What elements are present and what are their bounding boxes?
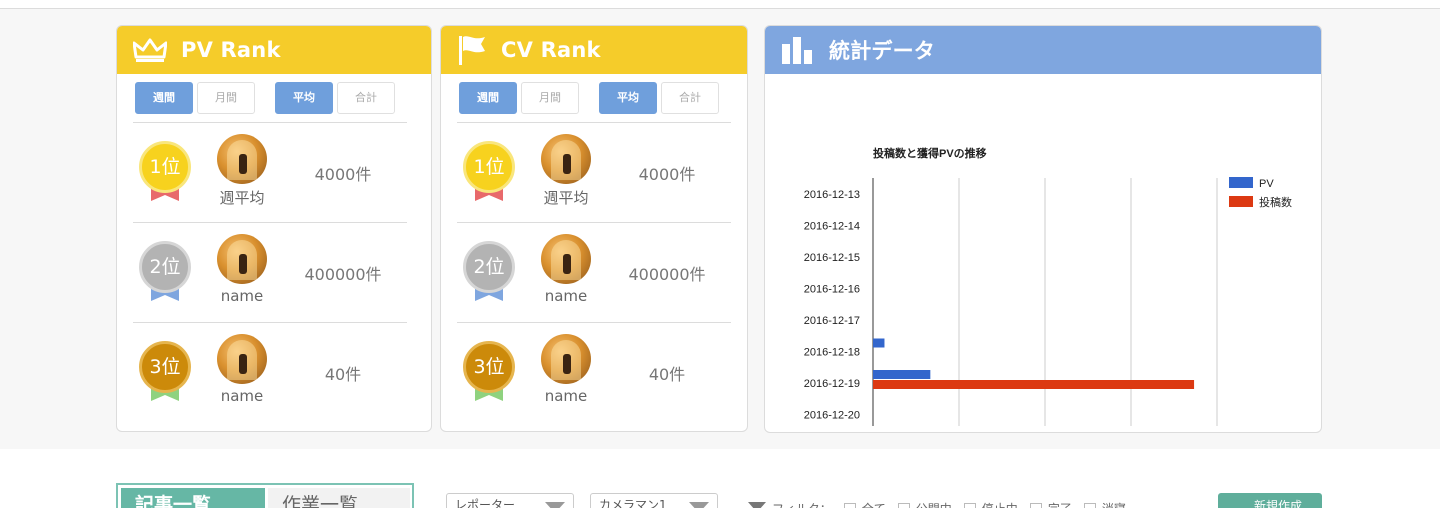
bronze-medal-icon: 3位	[461, 341, 517, 409]
rank-label: 2位	[139, 241, 191, 293]
stats-title: 統計データ	[829, 39, 935, 63]
cv-rank-row-1[interactable]: 1位 週平均 4000件	[457, 122, 731, 222]
tab-tasks[interactable]: 作業一覧	[268, 488, 410, 508]
avatar	[217, 134, 267, 184]
cv-filter-monthly[interactable]: 月間	[521, 82, 579, 114]
y-tick-label: 2016-12-16	[804, 283, 860, 295]
y-tick-label: 2016-12-14	[804, 220, 860, 232]
silver-medal-icon: 2位	[137, 241, 193, 309]
y-tick-label: 2016-12-20	[804, 409, 860, 421]
pv-rank-row-3[interactable]: 3位 name 40件	[133, 322, 407, 422]
avatar	[541, 334, 591, 384]
bar-posts	[873, 380, 1195, 389]
crown-icon	[133, 38, 167, 62]
chart-title: 投稿数と獲得PVの推移	[873, 146, 987, 160]
cv-count: 4000件	[638, 165, 696, 184]
silver-medal-icon: 2位	[461, 241, 517, 309]
cv-rank-header: CV Rank	[441, 26, 747, 74]
tab-articles[interactable]: 記事一覧	[121, 488, 265, 508]
rank-label: 1位	[463, 141, 515, 193]
status-filter: フィルタ： 全て 公開中 停止中 完了 消寝	[748, 500, 1126, 508]
gold-medal-icon: 1位	[137, 141, 193, 209]
pv-filter-total[interactable]: 合計	[337, 82, 395, 114]
camera-select[interactable]: カメラマン1	[590, 493, 718, 508]
pv-rank-header: PV Rank	[117, 26, 431, 74]
pv-rank-row-2[interactable]: 2位 name 400000件	[133, 222, 407, 322]
flag-icon	[459, 36, 485, 65]
filter-option-stopped: 停止中	[982, 500, 1018, 508]
cv-rank-title: CV Rank	[501, 38, 601, 62]
user-name: name	[544, 287, 588, 305]
reporter-select[interactable]: レポーター	[446, 493, 574, 508]
pv-rank-row-1[interactable]: 1位 週平均 4000件	[133, 122, 407, 222]
user-name: 週平均	[543, 189, 589, 207]
pv-rank-card: PV Rank 週間 月間 平均 合計 1位 週平均 4000件 2位 name…	[116, 25, 432, 432]
user-name: name	[220, 287, 264, 305]
user-name: name	[544, 387, 588, 405]
pv-filter-monthly[interactable]: 月間	[197, 82, 255, 114]
rank-label: 2位	[463, 241, 515, 293]
list-tabs: 記事一覧 作業一覧	[116, 483, 414, 508]
pv-count: 4000件	[314, 165, 372, 184]
user-name: 週平均	[219, 189, 265, 207]
y-tick-label: 2016-12-15	[804, 252, 860, 264]
cv-rank-filters: 週間 月間 平均 合計	[459, 82, 719, 114]
y-tick-label: 2016-12-13	[804, 189, 860, 201]
filter-checkbox-published[interactable]	[897, 502, 910, 508]
cv-rank-card: CV Rank 週間 月間 平均 合計 1位 週平均 4000件 2位 name…	[440, 25, 748, 432]
legend-swatch	[1229, 196, 1253, 207]
pv-count: 400000件	[304, 265, 382, 284]
cv-count: 400000件	[628, 265, 706, 284]
filter-option-published: 公開中	[916, 500, 952, 508]
bronze-medal-icon: 3位	[137, 341, 193, 409]
avatar	[217, 234, 267, 284]
avatar	[541, 134, 591, 184]
rank-label: 3位	[463, 341, 515, 393]
new-article-button[interactable]: 新規作成	[1218, 493, 1322, 508]
legend-swatch	[1229, 177, 1253, 188]
rank-label: 1位	[139, 141, 191, 193]
bar-pv	[873, 338, 885, 348]
user-name: name	[220, 387, 264, 405]
cv-filter-total[interactable]: 合計	[661, 82, 719, 114]
cv-filter-average[interactable]: 平均	[599, 82, 657, 114]
cv-rank-row-3[interactable]: 3位 name 40件	[457, 322, 731, 422]
chevron-down-icon	[689, 502, 709, 508]
reporter-select-value: レポーター	[455, 498, 516, 508]
cv-rank-row-2[interactable]: 2位 name 400000件	[457, 222, 731, 322]
legend-label: PV	[1259, 178, 1274, 190]
y-tick-label: 2016-12-17	[804, 315, 860, 327]
legend-label: 投稿数	[1259, 195, 1292, 209]
stats-card: 統計データ 投稿数と獲得PVの推移0.07.515.022.530.02016-…	[764, 25, 1322, 433]
new-article-label: 新規作成	[1254, 499, 1303, 508]
rank-label: 3位	[139, 341, 191, 393]
filter-checkbox-other[interactable]	[1083, 502, 1096, 508]
filter-option-all: 全て	[862, 500, 886, 508]
stats-header: 統計データ	[765, 26, 1321, 74]
filter-checkbox-all[interactable]	[843, 502, 856, 508]
filter-checkbox-stopped[interactable]	[963, 502, 976, 508]
pv-rank-title: PV Rank	[181, 38, 281, 62]
cv-filter-weekly[interactable]: 週間	[459, 82, 517, 114]
filter-option-done: 完了	[1048, 500, 1072, 508]
pv-filter-average[interactable]: 平均	[275, 82, 333, 114]
bar-chart-icon	[782, 37, 812, 64]
camera-select-value: カメラマン1	[599, 498, 667, 508]
gold-medal-icon: 1位	[461, 141, 517, 209]
bar-pv	[873, 370, 931, 379]
filter-option-other: 消寝	[1102, 500, 1126, 508]
pv-post-chart: 投稿数と獲得PVの推移0.07.515.022.530.02016-12-132…	[804, 146, 1292, 426]
chevron-down-icon	[545, 502, 565, 508]
pv-rank-filters: 週間 月間 平均 合計	[135, 82, 395, 114]
y-tick-label: 2016-12-18	[804, 346, 860, 358]
filter-checkbox-done[interactable]	[1029, 502, 1042, 508]
y-tick-label: 2016-12-19	[804, 378, 860, 390]
avatar	[217, 334, 267, 384]
avatar	[541, 234, 591, 284]
pv-count: 40件	[324, 365, 362, 384]
pv-filter-weekly[interactable]: 週間	[135, 82, 193, 114]
cv-count: 40件	[648, 365, 686, 384]
filter-label: フィルタ：	[772, 500, 832, 508]
filter-icon	[748, 501, 766, 508]
